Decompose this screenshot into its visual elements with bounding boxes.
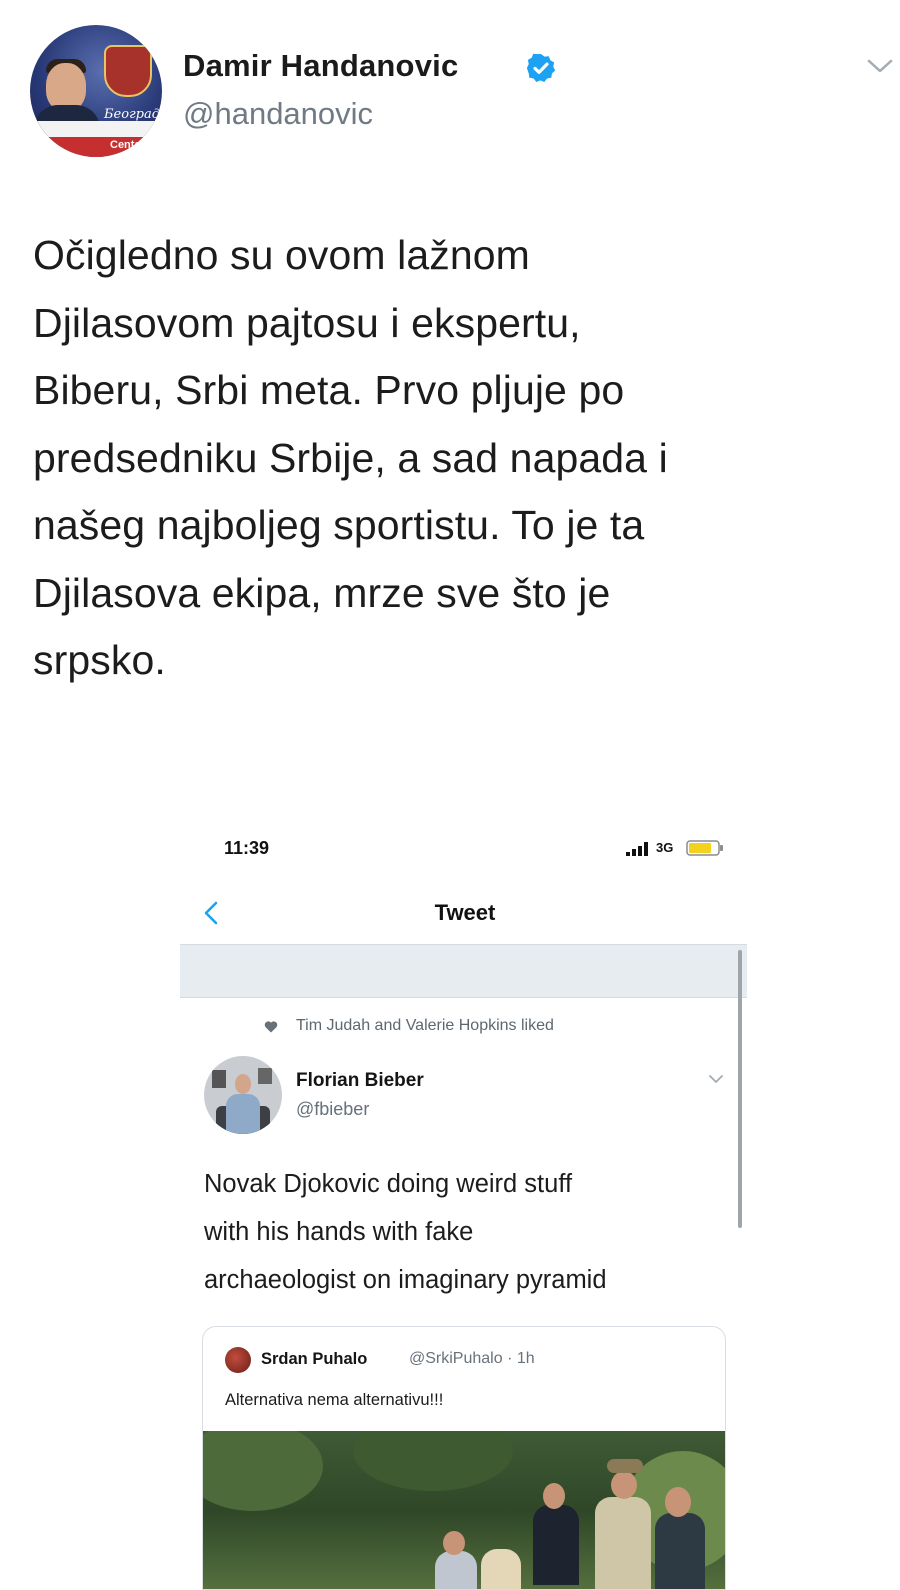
separator-band xyxy=(180,944,747,998)
photo-person xyxy=(481,1549,521,1589)
quoted-tweet[interactable]: Srdan Puhalo @SrkiPuhalo · 1h Alternativ… xyxy=(202,1326,726,1590)
avatar-body xyxy=(226,1094,260,1134)
photo-foliage xyxy=(353,1431,513,1491)
coat-of-arms-icon xyxy=(104,45,152,97)
avatar-face xyxy=(46,63,86,111)
chevron-down-icon[interactable] xyxy=(866,56,894,76)
photo-person xyxy=(533,1505,579,1585)
quoted-author-handle: @SrkiPuhalo · 1h xyxy=(409,1350,535,1367)
author-name[interactable]: Damir Handanovic xyxy=(183,48,458,84)
photo-person xyxy=(435,1551,477,1589)
status-time: 11:39 xyxy=(224,838,270,858)
avatar-logo: Centar xyxy=(110,139,145,151)
avatar-flag-white xyxy=(30,121,162,137)
avatar-caption: Београд xyxy=(104,107,160,122)
quoted-author-avatar[interactable] xyxy=(225,1347,251,1373)
author-avatar[interactable]: Београд Centar xyxy=(30,25,162,157)
verified-badge-icon xyxy=(526,53,556,83)
heart-icon xyxy=(264,1021,278,1033)
photo-person-head xyxy=(543,1483,565,1509)
network-type: 3G xyxy=(656,840,674,855)
photo-foliage xyxy=(203,1431,323,1511)
inner-tweet-text: Novak Djokovic doing weird stuff with hi… xyxy=(204,1170,607,1294)
avatar-frame xyxy=(212,1070,226,1088)
photo-person xyxy=(595,1497,651,1589)
author-handle[interactable]: @handanovic xyxy=(183,96,373,132)
photo-person-head xyxy=(611,1471,637,1499)
photo-person xyxy=(655,1513,705,1589)
inner-author-avatar[interactable] xyxy=(204,1056,282,1134)
quoted-tweet-photo[interactable] xyxy=(203,1431,725,1589)
chevron-down-icon[interactable] xyxy=(708,1074,724,1084)
scrollbar[interactable] xyxy=(738,950,742,1228)
nav-title: Tweet xyxy=(434,900,496,925)
battery-icon xyxy=(686,840,723,856)
photo-person xyxy=(607,1459,643,1473)
quoted-tweet-text: Alternativa nema alternativu!!! xyxy=(225,1391,444,1409)
tweet-text: Očigledno su ovom lažnom Djilasovom pajt… xyxy=(33,232,668,683)
liked-by-text: Tim Judah and Valerie Hopkins liked xyxy=(296,1017,554,1034)
avatar-frame xyxy=(258,1068,272,1084)
inner-author-name[interactable]: Florian Bieber xyxy=(296,1070,424,1092)
embedded-screenshot[interactable]: 11:39 3G Tweet Tim Judah and Valerie Hop… xyxy=(180,820,750,1590)
photo-person-head xyxy=(443,1531,465,1555)
inner-author-handle[interactable]: @fbieber xyxy=(296,1099,369,1120)
signal-icon xyxy=(626,842,648,856)
avatar-head xyxy=(235,1074,251,1094)
quoted-author-name[interactable]: Srdan Puhalo xyxy=(261,1350,367,1369)
photo-person-head xyxy=(665,1487,691,1517)
